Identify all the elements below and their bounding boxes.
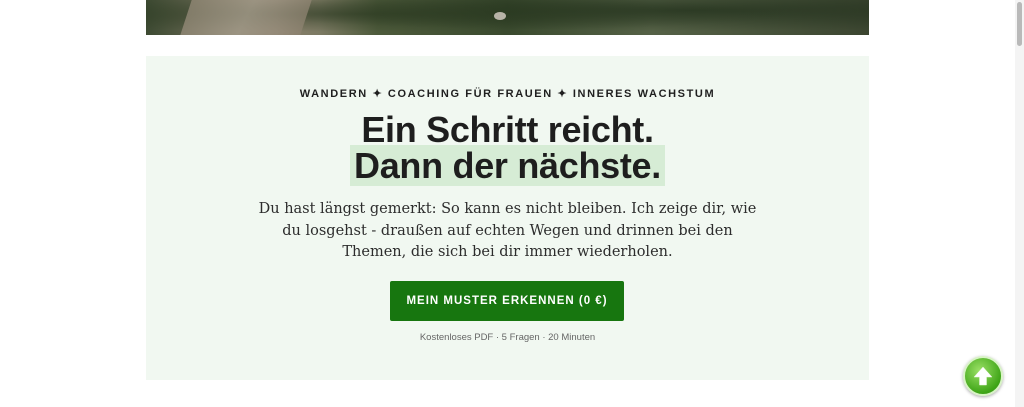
cta-meta: Kostenloses PDF · 5 Fragen · 20 Minuten: [419, 332, 596, 343]
trail-path: [180, 0, 312, 35]
headline-line-1: Ein Schritt reicht.: [361, 109, 654, 150]
cta-button[interactable]: MEIN MUSTER ERKENNEN (0 €): [390, 281, 624, 321]
hero-image: [146, 0, 869, 35]
headline-highlight: Dann der nächste.: [350, 145, 665, 186]
hero-card: WANDERN ✦ COACHING FÜR FRAUEN ✦ INNERES …: [146, 56, 869, 380]
scrollbar-thumb[interactable]: [1017, 2, 1022, 46]
scrollbar[interactable]: [1015, 0, 1024, 407]
intro-text: Du hast längst gemerkt: So kann es nicht…: [258, 201, 757, 260]
page-title: Ein Schritt reicht. Dann der nächste.: [146, 109, 869, 186]
eyebrow-tagline: WANDERN ✦ COACHING FÜR FRAUEN ✦ INNERES …: [299, 88, 716, 100]
scroll-to-top-button[interactable]: [963, 356, 1003, 396]
arrow-up-icon: [973, 366, 993, 386]
stone: [494, 12, 506, 20]
headline-line-2: Dann der nächste.: [146, 145, 869, 186]
